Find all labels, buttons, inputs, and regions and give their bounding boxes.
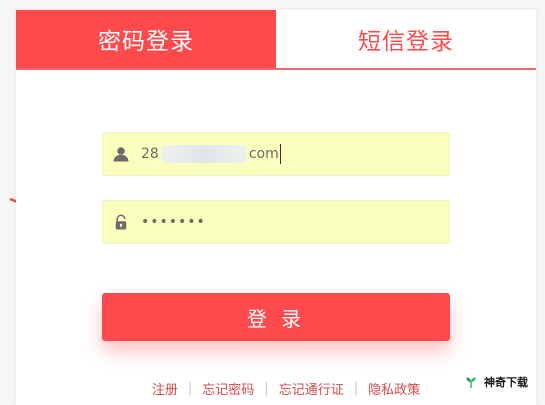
username-redaction — [160, 145, 247, 163]
tab-sms-login[interactable]: 短信登录 — [276, 10, 536, 68]
forgot-pass-id-link[interactable]: 忘记通行证 — [279, 379, 344, 398]
username-value: 28 com — [141, 133, 281, 175]
separator: | — [353, 381, 359, 396]
username-field[interactable]: 28 com — [102, 132, 450, 176]
tab-password-login[interactable]: 密码登录 — [16, 10, 276, 68]
username-suffix: com — [248, 146, 279, 162]
text-cursor — [279, 144, 281, 164]
login-button[interactable]: 登 录 — [102, 293, 450, 341]
separator: | — [264, 381, 269, 396]
privacy-policy-link[interactable]: 隐私政策 — [368, 379, 420, 398]
login-card: 密码登录 短信登录 28 com ••••••• 登 录 注册 | 忘记密码 |… — [16, 10, 536, 405]
separator: | — [187, 381, 193, 396]
watermark-text: 神奇下载 — [484, 376, 528, 389]
login-tabs: 密码登录 短信登录 — [16, 10, 536, 70]
user-icon — [111, 143, 131, 165]
password-value: ••••••• — [141, 214, 206, 230]
username-prefix: 28 — [141, 146, 159, 162]
forgot-password-link[interactable]: 忘记密码 — [202, 379, 254, 398]
register-link[interactable]: 注册 — [152, 379, 178, 398]
tab-label: 密码登录 — [98, 29, 194, 55]
watermark: 神奇下载 — [458, 372, 534, 392]
tab-label: 短信登录 — [358, 29, 454, 55]
lock-icon — [111, 211, 131, 233]
password-field[interactable]: ••••••• — [102, 200, 450, 244]
footer-links: 注册 | 忘记密码 | 忘记通行证 | 隐私政策 — [136, 379, 436, 398]
sprout-icon — [464, 375, 478, 389]
